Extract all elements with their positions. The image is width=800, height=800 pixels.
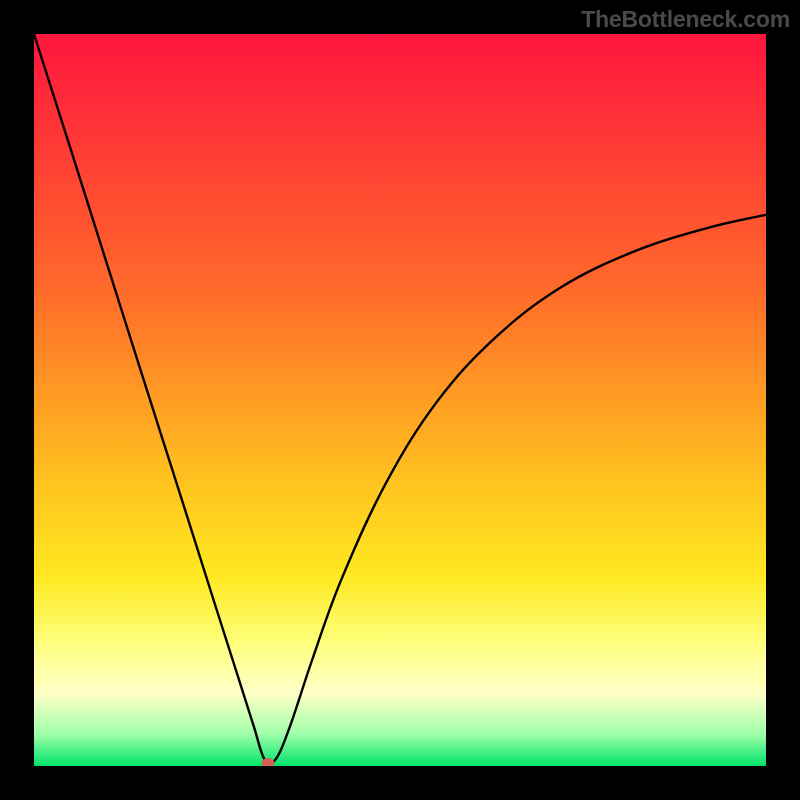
chart-frame: TheBottleneck.com — [0, 0, 800, 800]
plot-area — [34, 34, 766, 766]
minimum-marker — [262, 758, 275, 766]
watermark-text: TheBottleneck.com — [581, 6, 790, 33]
bottleneck-curve — [34, 34, 766, 766]
